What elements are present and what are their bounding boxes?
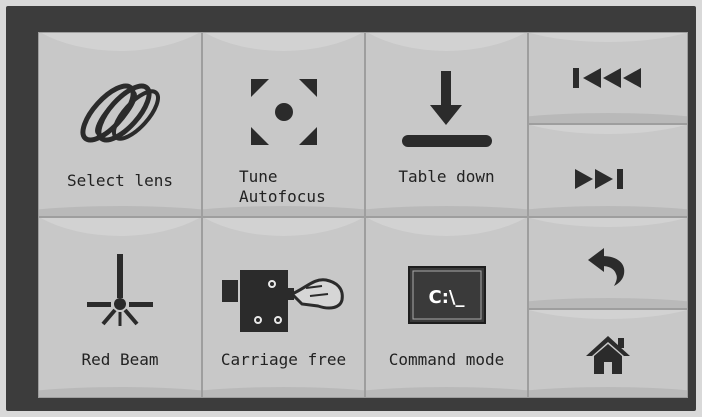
table-down-label: Table down (398, 167, 495, 186)
carriage-free-button[interactable]: Carriage free (202, 217, 365, 398)
home-button[interactable] (528, 309, 688, 398)
arrow-down-to-bar-icon (366, 71, 527, 151)
undo-arrow-icon (529, 248, 687, 288)
tune-autofocus-button[interactable]: Tune Autofocus (202, 32, 365, 217)
select-lens-label: Select lens (67, 171, 173, 190)
first-button[interactable] (528, 32, 688, 124)
panel-frame: Select lens Tune Autofocus Table down Re… (6, 6, 696, 411)
tune-autofocus-label-line1: Tune (239, 167, 278, 186)
hand-carriage-icon (203, 258, 364, 338)
rewind-to-start-icon (529, 66, 687, 90)
laser-beam-icon (39, 254, 201, 334)
button-grid: Select lens Tune Autofocus Table down Re… (38, 32, 688, 398)
table-down-button[interactable]: Table down (365, 32, 528, 217)
lens-rings-icon (39, 77, 201, 149)
command-mode-button[interactable]: C:\_ Command mode (365, 217, 528, 398)
last-button[interactable] (528, 124, 688, 217)
red-beam-button[interactable]: Red Beam (38, 217, 202, 398)
select-lens-button[interactable]: Select lens (38, 32, 202, 217)
home-icon (529, 336, 687, 374)
command-mode-label: Command mode (388, 350, 505, 369)
fast-forward-to-end-icon (529, 167, 687, 191)
focus-target-icon (203, 79, 364, 145)
red-beam-label: Red Beam (81, 350, 159, 369)
tune-autofocus-label-line2: Autofocus (239, 187, 326, 206)
terminal-icon-text: C:\_ (428, 287, 465, 308)
back-button[interactable] (528, 217, 688, 309)
carriage-free-label: Carriage free (220, 350, 347, 369)
